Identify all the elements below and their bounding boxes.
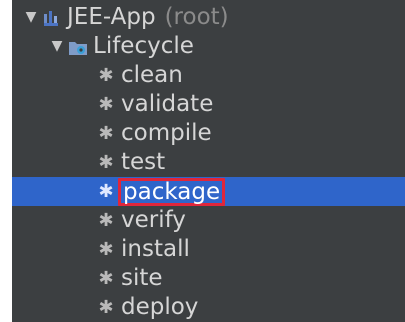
gear-icon: ✱ [98, 297, 114, 318]
maven-project-icon [40, 6, 64, 30]
gear-icon: ✱ [98, 152, 114, 173]
gear-icon: ✱ [98, 123, 114, 144]
tree-row-install[interactable]: ✱ install [12, 235, 405, 264]
lifecycle-label: Lifecycle [93, 33, 194, 59]
gear-icon: ✱ [98, 210, 114, 231]
expand-arrow-icon[interactable]: ▼ [22, 3, 40, 32]
gear-icon: ✱ [98, 268, 114, 289]
tree-row-test[interactable]: ✱ test [12, 148, 405, 177]
tree-row-compile[interactable]: ✱ compile [12, 119, 405, 148]
tree-row-package[interactable]: ✱ package [12, 177, 405, 206]
gear-icon: ✱ [98, 239, 114, 260]
root-suffix: (root) [164, 4, 229, 30]
lifecycle-folder-icon [66, 35, 90, 59]
goal-label-compile: compile [121, 120, 212, 146]
tree-row-validate[interactable]: ✱ validate [12, 90, 405, 119]
maven-tool-window: ▼ JEE-App (root) ▼ Lifecycle ✱ clean ✱ v… [0, 0, 405, 322]
tree-row-lifecycle[interactable]: ▼ Lifecycle [12, 32, 405, 61]
tree-row-site[interactable]: ✱ site [12, 264, 405, 293]
goal-label-site: site [121, 265, 163, 291]
goal-label-test: test [121, 149, 166, 175]
tree-row-clean[interactable]: ✱ clean [12, 61, 405, 90]
gear-icon: ✱ [98, 65, 114, 86]
tree-row-verify[interactable]: ✱ verify [12, 206, 405, 235]
goal-label-deploy: deploy [121, 294, 199, 320]
gear-icon: ✱ [98, 94, 114, 115]
goal-label-clean: clean [121, 62, 183, 88]
tree-row-root[interactable]: ▼ JEE-App (root) [12, 3, 405, 32]
maven-tree: ▼ JEE-App (root) ▼ Lifecycle ✱ clean ✱ v… [12, 0, 405, 322]
root-label: JEE-App [67, 4, 156, 30]
expand-arrow-icon[interactable]: ▼ [48, 32, 66, 61]
goal-label-install: install [121, 236, 190, 262]
goal-label-validate: validate [121, 91, 214, 117]
gear-icon: ✱ [98, 181, 114, 202]
tree-row-deploy[interactable]: ✱ deploy [12, 293, 405, 322]
goal-label-verify: verify [121, 207, 186, 233]
goal-label-package: package [118, 177, 226, 206]
